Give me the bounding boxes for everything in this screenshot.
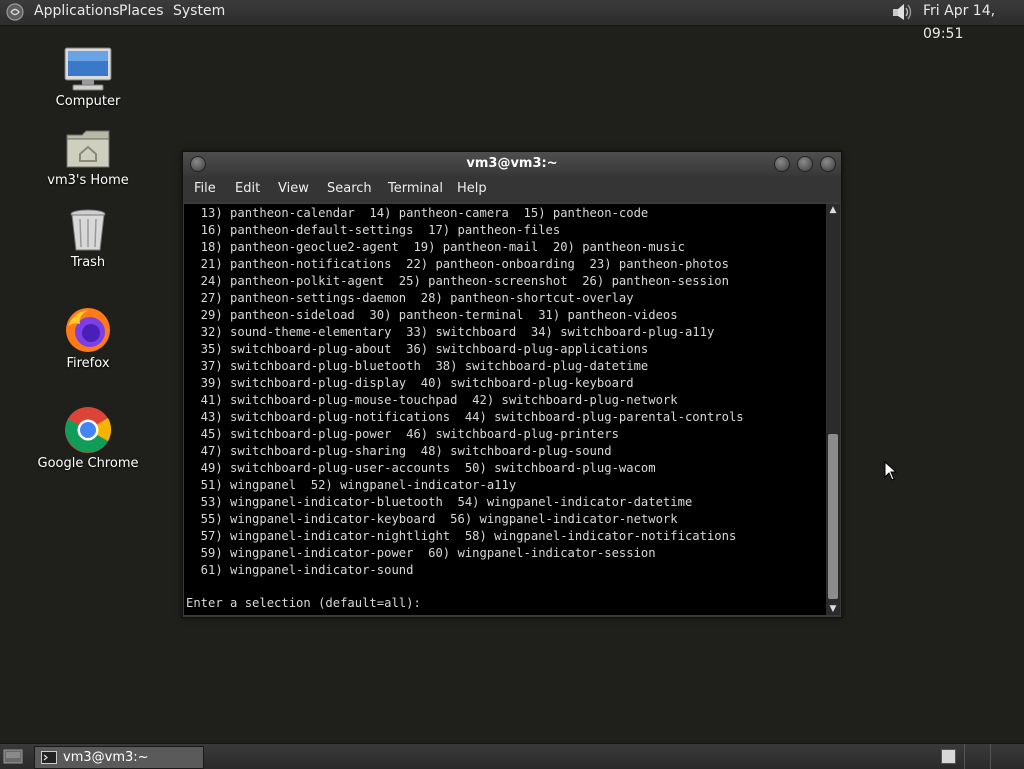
taskbar-window-label: vm3@vm3:~	[63, 750, 149, 765]
terminal-line: 47) switchboard-plug-sharing 48) switchb…	[186, 444, 612, 458]
menu-help[interactable]: Help	[457, 176, 487, 202]
menu-view[interactable]: View	[278, 176, 309, 202]
trash-icon	[70, 209, 106, 251]
workspace-divider	[990, 744, 991, 769]
terminal-line: 41) switchboard-plug-mouse-touchpad 42) …	[186, 393, 678, 407]
maximize-button[interactable]	[797, 156, 813, 172]
desktop-icon-home[interactable]: vm3's Home	[33, 127, 143, 188]
desktop-icon-computer[interactable]: Computer	[33, 46, 143, 109]
menu-edit[interactable]: Edit	[235, 176, 260, 202]
terminal-line: 18) pantheon-geoclue2-agent 19) pantheon…	[186, 240, 685, 254]
terminal-menubar: File Edit View Search Terminal Help	[183, 176, 841, 202]
minimize-button[interactable]	[774, 156, 790, 172]
terminal-line: 24) pantheon-polkit-agent 25) pantheon-s…	[186, 274, 729, 288]
clock[interactable]: Fri Apr 14, 09:51	[923, 0, 1024, 46]
terminal-line: 27) pantheon-settings-daemon 28) pantheo…	[186, 291, 634, 305]
distro-logo-icon[interactable]	[4, 2, 26, 22]
terminal-line: 21) pantheon-notifications 22) pantheon-…	[186, 257, 729, 271]
desktop-icon-firefox[interactable]: Firefox	[33, 306, 143, 371]
desktop-icon-chrome[interactable]: Google Chrome	[33, 406, 143, 471]
desktop-icon-label: Google Chrome	[37, 456, 139, 471]
show-desktop-icon[interactable]	[3, 748, 23, 765]
terminal-line: 49) switchboard-plug-user-accounts 50) s…	[186, 461, 656, 475]
chrome-icon	[65, 407, 112, 453]
terminal-line: 16) pantheon-default-settings 17) panthe…	[186, 223, 561, 237]
terminal-line: 32) sound-theme-elementary 33) switchboa…	[186, 325, 715, 339]
terminal-line: 43) switchboard-plug-notifications 44) s…	[186, 410, 744, 424]
terminal-line: 53) wingpanel-indicator-bluetooth 54) wi…	[186, 495, 693, 509]
terminal-window[interactable]: vm3@vm3:~ File Edit View Search Terminal…	[182, 151, 842, 618]
terminal-line: 39) switchboard-plug-display 40) switchb…	[186, 376, 634, 390]
desktop-icon-trash[interactable]: Trash	[33, 207, 143, 270]
desktop-icon-label: Trash	[70, 255, 106, 270]
terminal-line: 37) switchboard-plug-bluetooth 38) switc…	[186, 359, 649, 373]
window-titlebar[interactable]: vm3@vm3:~	[183, 152, 841, 176]
scrollbar-thumb[interactable]	[828, 434, 838, 599]
desktop-icon-label: vm3's Home	[47, 173, 129, 188]
applications-menu[interactable]: Applications	[34, 0, 120, 25]
volume-icon[interactable]	[890, 1, 914, 23]
terminal-line: 35) switchboard-plug-about 36) switchboa…	[186, 342, 649, 356]
terminal-line: 45) switchboard-plug-power 46) switchboa…	[186, 427, 619, 441]
terminal-scrollbar[interactable]: ▲ ▼	[826, 204, 840, 615]
menu-terminal[interactable]: Terminal	[388, 176, 443, 202]
home-folder-icon	[66, 130, 110, 168]
scroll-down-arrow-icon[interactable]: ▼	[826, 603, 840, 615]
menu-search[interactable]: Search	[327, 176, 372, 202]
terminal-line: 61) wingpanel-indicator-sound	[186, 563, 414, 577]
system-menu[interactable]: System	[173, 0, 225, 25]
window-title: vm3@vm3:~	[466, 156, 558, 171]
terminal-line: 57) wingpanel-indicator-nightlight 58) w…	[186, 529, 737, 543]
taskbar-window-button[interactable]: vm3@vm3:~	[34, 746, 204, 769]
terminal-icon	[41, 751, 57, 764]
desktop-icon-label: Firefox	[66, 356, 110, 371]
firefox-icon	[66, 308, 110, 352]
terminal-prompt[interactable]: Enter a selection (default=all):	[186, 595, 428, 612]
mouse-cursor-icon	[884, 461, 898, 481]
menu-file[interactable]: File	[194, 176, 216, 202]
desktop-icon-label: Computer	[55, 94, 121, 109]
terminal-line: 29) pantheon-sideload 30) pantheon-termi…	[186, 308, 678, 322]
top-panel: Applications Places System Fri Apr 14, 0…	[0, 0, 1024, 42]
terminal-output[interactable]: 13) pantheon-calendar 14) pantheon-camer…	[184, 204, 826, 615]
terminal-line: 59) wingpanel-indicator-power 60) wingpa…	[186, 546, 656, 560]
scroll-up-arrow-icon[interactable]: ▲	[826, 204, 840, 216]
close-button[interactable]	[820, 156, 836, 172]
terminal-line: 13) pantheon-calendar 14) pantheon-camer…	[186, 206, 649, 220]
workspace-switcher-1[interactable]	[941, 749, 956, 764]
places-menu[interactable]: Places	[119, 0, 164, 25]
terminal-line: 55) wingpanel-indicator-keyboard 56) win…	[186, 512, 678, 526]
computer-icon	[64, 47, 112, 91]
terminal-line: 51) wingpanel 52) wingpanel-indicator-a1…	[186, 478, 517, 492]
bottom-panel: vm3@vm3:~	[0, 743, 1024, 769]
workspace-divider	[964, 744, 965, 769]
